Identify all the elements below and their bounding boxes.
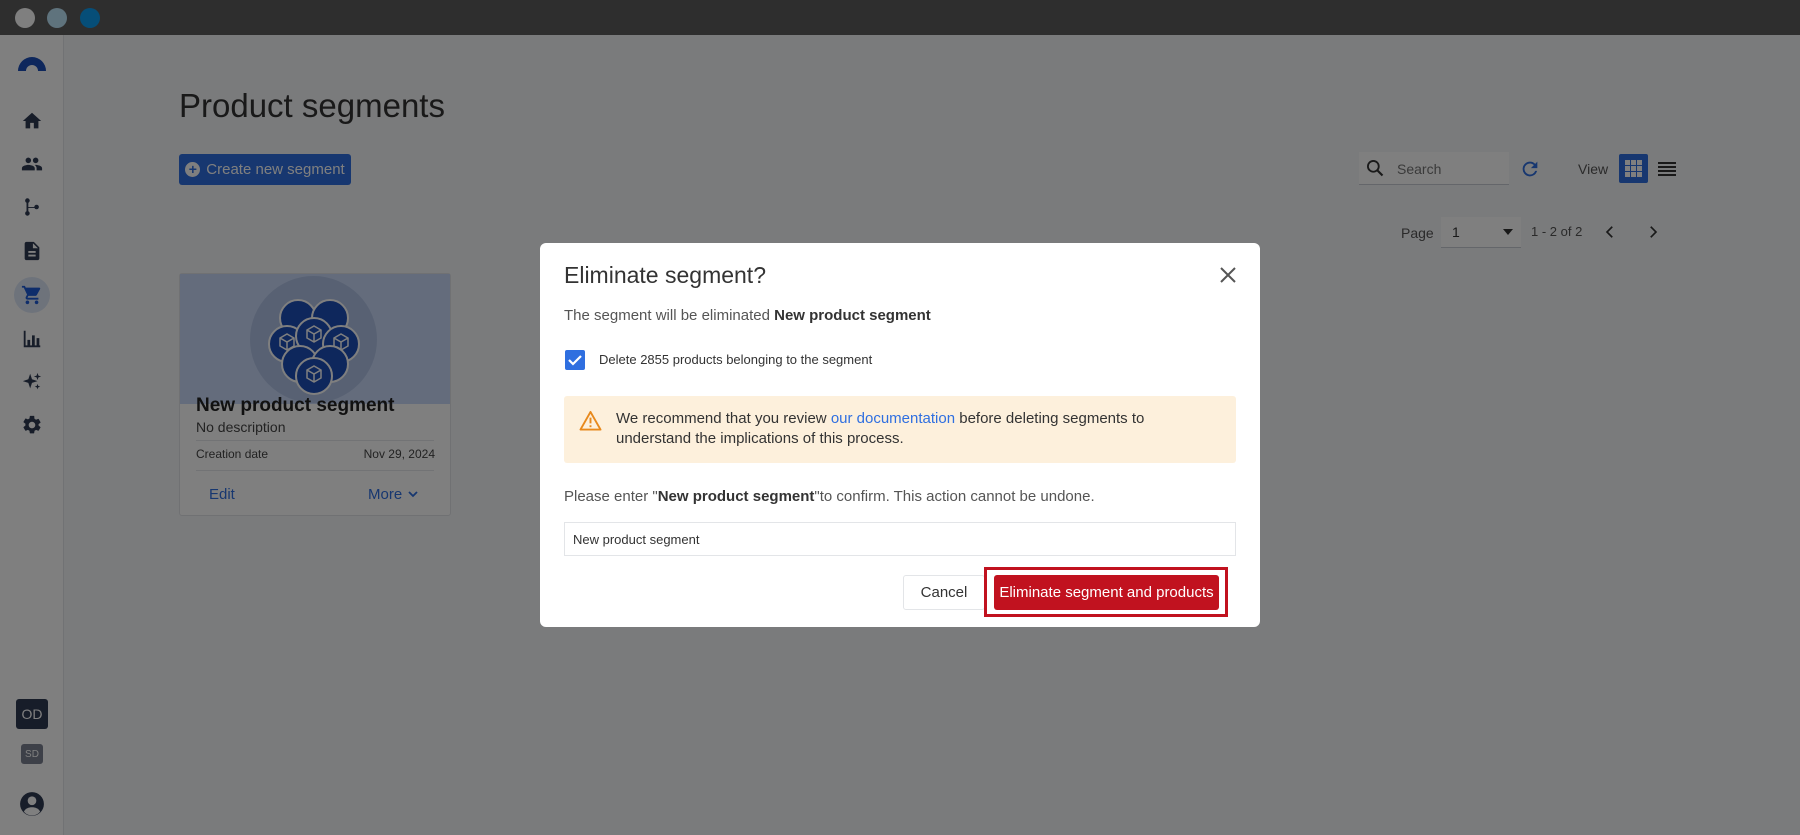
- segment-name: New product segment: [774, 307, 931, 324]
- confirm-segment-name: New product segment: [657, 488, 815, 505]
- eliminate-segment-dialog: Eliminate segment? The segment will be e…: [540, 243, 1260, 627]
- warning-text: We recommend that you review our documen…: [616, 409, 1206, 449]
- dialog-message-prefix: The segment will be eliminated: [564, 307, 775, 324]
- warning-banner: We recommend that you review our documen…: [564, 396, 1236, 463]
- confirm-suffix: "to confirm. This action cannot be undon…: [814, 488, 1095, 505]
- delete-products-checkbox[interactable]: [565, 350, 585, 370]
- checkmark-icon: [568, 355, 582, 366]
- warning-prefix: We recommend that you review: [616, 410, 831, 427]
- confirm-name-input[interactable]: [564, 522, 1236, 556]
- cancel-button[interactable]: Cancel: [903, 575, 985, 610]
- warning-icon: [579, 410, 602, 431]
- documentation-link[interactable]: our documentation: [831, 410, 955, 427]
- dialog-message: The segment will be eliminated New produ…: [564, 307, 931, 324]
- dialog-title: Eliminate segment?: [564, 262, 766, 288]
- confirm-prompt: Please enter "New product segment"to con…: [564, 488, 1095, 505]
- confirm-prefix: Please enter ": [564, 488, 658, 505]
- delete-products-label[interactable]: Delete 2855 products belonging to the se…: [599, 352, 872, 367]
- eliminate-segment-button[interactable]: Eliminate segment and products: [994, 575, 1219, 610]
- close-icon[interactable]: [1218, 265, 1238, 285]
